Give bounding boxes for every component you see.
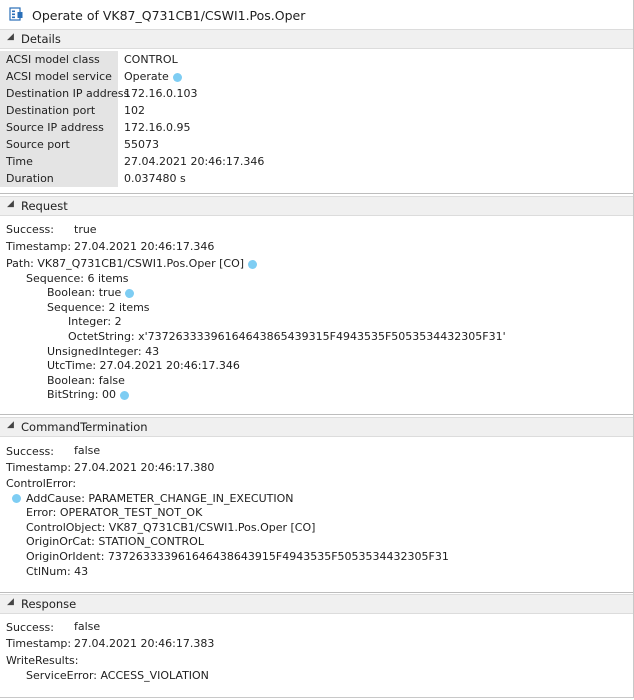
details-row: Source port 55073: [0, 136, 633, 153]
details-section-header[interactable]: ◢ Details: [0, 29, 633, 49]
details-row: Duration 0.037480 s: [0, 170, 633, 187]
termination-header-label: CommandTermination: [21, 420, 148, 434]
form-icon: [9, 7, 23, 21]
details-key: Source port: [6, 138, 70, 151]
tree-node: UtcTime: 27.04.2021 20:46:17.346: [47, 359, 240, 372]
details-key: Destination port: [6, 104, 96, 117]
tree-node: Sequence: 2 items: [47, 301, 150, 314]
details-row: Time 27.04.2021 20:46:17.346: [0, 153, 633, 170]
tree-node: Boolean: false: [47, 374, 125, 387]
response-success-label: Success:: [6, 621, 54, 634]
termination-section-header[interactable]: ◢ CommandTermination: [0, 417, 633, 437]
dot-marker-icon: [12, 494, 21, 503]
error-item: AddCause: PARAMETER_CHANGE_IN_EXECUTION: [26, 492, 294, 505]
request-path: Path: VK87_Q731CB1/CSWI1.Pos.Oper [CO]: [6, 257, 245, 270]
dot-marker-icon: [172, 72, 182, 82]
section-divider: [0, 193, 633, 194]
window-title: Operate of VK87_Q731CB1/CSWI1.Pos.Oper: [32, 8, 306, 23]
details-row: ACSI model class CONTROL: [0, 51, 633, 68]
service-error: ServiceError: ACCESS_VIOLATION: [26, 669, 209, 682]
termination-success-value: false: [74, 444, 101, 457]
dot-marker-icon: [119, 390, 129, 400]
details-key: Duration: [6, 172, 54, 185]
response-section-header[interactable]: ◢ Response: [0, 594, 633, 614]
tree-node: Sequence: 6 items: [26, 272, 129, 285]
details-row: Destination IP address 172.16.0.103: [0, 85, 633, 102]
section-divider: [0, 414, 633, 415]
response-header-label: Response: [21, 597, 77, 611]
request-section-header[interactable]: ◢ Request: [0, 196, 633, 216]
error-item: OriginOrCat: STATION_CONTROL: [26, 535, 204, 548]
response-timestamp-label: Timestamp:: [6, 637, 72, 650]
details-value: 27.04.2021 20:46:17.346: [124, 155, 265, 168]
operation-details-window: Operate of VK87_Q731CB1/CSWI1.Pos.Oper ◢…: [0, 0, 634, 698]
triangle-collapse-icon[interactable]: ◢: [7, 597, 14, 607]
error-item: OriginOrIdent: 737263333961646438643915F…: [26, 550, 449, 563]
response-success-value: false: [74, 620, 101, 633]
details-value: 172.16.0.103: [124, 87, 198, 100]
termination-timestamp-value: 27.04.2021 20:46:17.380: [74, 461, 215, 474]
details-row: Destination port 102: [0, 102, 633, 119]
details-value: CONTROL: [124, 53, 178, 66]
details-value: 172.16.0.95: [124, 121, 191, 134]
details-value: 0.037480 s: [124, 172, 186, 185]
details-value: Operate: [124, 70, 169, 83]
details-row: Source IP address 172.16.0.95: [0, 119, 633, 136]
details-value: 55073: [124, 138, 159, 151]
details-header-label: Details: [21, 32, 61, 46]
error-item: CtlNum: 43: [26, 565, 89, 578]
request-timestamp-value: 27.04.2021 20:46:17.346: [74, 240, 215, 253]
dot-marker-icon: [125, 288, 135, 298]
tree-node: BitString: 00: [47, 388, 116, 401]
tree-node: Boolean: true: [47, 286, 122, 299]
control-error-label: ControlError:: [6, 477, 77, 490]
write-results-label: WriteResults:: [6, 654, 79, 667]
details-row: ACSI model service Operate: [0, 68, 633, 85]
details-value: 102: [124, 104, 145, 117]
triangle-collapse-icon[interactable]: ◢: [7, 199, 14, 209]
request-success-label: Success:: [6, 223, 54, 236]
tree-node: UnsignedInteger: 43: [47, 345, 160, 358]
details-key: ACSI model class: [6, 53, 100, 66]
dot-marker-icon: [248, 259, 258, 269]
details-key: Time: [6, 155, 33, 168]
details-key: Destination IP address: [6, 87, 130, 100]
details-key: ACSI model service: [6, 70, 112, 83]
error-item: ControlObject: VK87_Q731CB1/CSWI1.Pos.Op…: [26, 521, 316, 534]
tree-node: OctetString: x'7372633339616464386543931…: [68, 330, 506, 343]
error-item: Error: OPERATOR_TEST_NOT_OK: [26, 506, 203, 519]
request-timestamp-label: Timestamp:: [6, 240, 72, 253]
request-success-value: true: [74, 223, 97, 236]
triangle-collapse-icon[interactable]: ◢: [7, 420, 14, 430]
response-timestamp-value: 27.04.2021 20:46:17.383: [74, 637, 215, 650]
termination-timestamp-label: Timestamp:: [6, 461, 72, 474]
section-divider: [0, 592, 633, 593]
triangle-collapse-icon[interactable]: ◢: [7, 32, 14, 42]
tree-node: Integer: 2: [68, 315, 122, 328]
title-bar: Operate of VK87_Q731CB1/CSWI1.Pos.Oper: [0, 0, 633, 29]
request-header-label: Request: [21, 199, 68, 213]
termination-success-label: Success:: [6, 445, 54, 458]
details-key: Source IP address: [6, 121, 104, 134]
